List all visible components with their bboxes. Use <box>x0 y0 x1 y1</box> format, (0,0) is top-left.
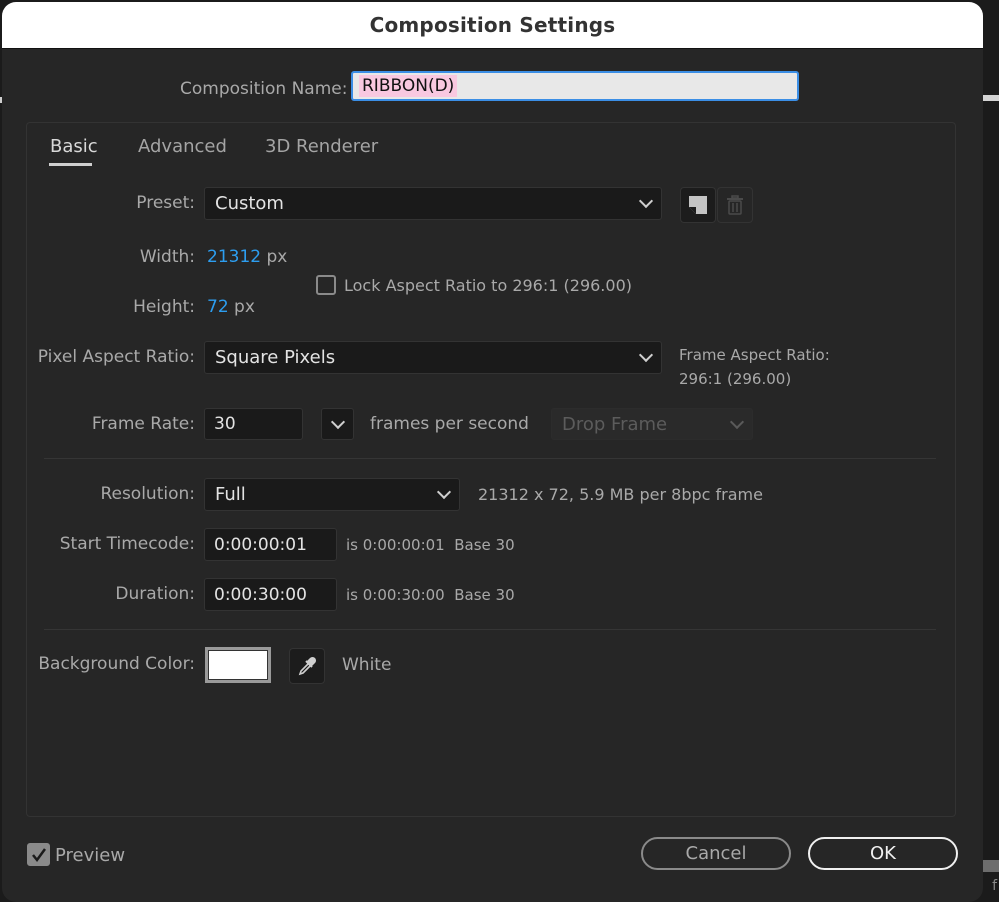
pixel-aspect-label: Pixel Aspect Ratio: <box>37 347 195 367</box>
start-timecode-info: is 0:00:00:01 Base 30 <box>346 536 515 554</box>
preview-label: Preview <box>55 845 126 866</box>
save-preset-button[interactable] <box>680 187 716 223</box>
pixel-aspect-dropdown[interactable]: Square Pixels <box>204 341 662 374</box>
chevron-down-icon <box>330 414 345 429</box>
frame-rate-input[interactable]: 30 <box>204 408 303 440</box>
preset-label: Preset: <box>136 193 195 213</box>
dialog-title: Composition Settings <box>369 13 616 37</box>
resolution-info: 21312 x 72, 5.9 MB per 8bpc frame <box>478 485 763 504</box>
background-window-edge <box>983 860 999 872</box>
divider <box>44 629 936 630</box>
background-color-swatch[interactable] <box>205 647 271 683</box>
background-color-name: White <box>342 655 392 675</box>
delete-preset-button[interactable] <box>717 187 753 223</box>
duration-info: is 0:00:30:00 Base 30 <box>346 586 515 604</box>
frame-aspect-value: 296:1 (296.00) <box>679 370 792 388</box>
checkmark-icon <box>31 847 46 862</box>
composition-name-value: RIBBON(D) <box>359 75 458 97</box>
preview-checkbox[interactable] <box>27 843 50 866</box>
start-timecode-label: Start Timecode: <box>59 534 195 554</box>
start-timecode-input[interactable]: 0:00:00:01 <box>204 528 337 561</box>
resolution-dropdown[interactable]: Full <box>204 478 460 511</box>
duration-label: Duration: <box>115 584 195 604</box>
width-label: Width: <box>139 247 195 267</box>
frame-aspect-label: Frame Aspect Ratio: <box>679 346 830 364</box>
frame-rate-unit: frames per second <box>370 414 529 434</box>
frame-rate-dropdown[interactable] <box>321 408 354 440</box>
ok-button[interactable]: OK <box>808 837 958 870</box>
resolution-label: Resolution: <box>100 484 195 504</box>
composition-name-label: Composition Name: <box>180 79 348 99</box>
height-value[interactable]: 72 <box>207 297 229 317</box>
cancel-button[interactable]: Cancel <box>641 837 791 870</box>
eyedropper-button[interactable] <box>289 648 325 684</box>
frame-rate-value: 30 <box>214 414 236 434</box>
title-bar[interactable]: Composition Settings <box>2 2 983 49</box>
chevron-down-icon <box>638 193 654 209</box>
trash-icon <box>727 195 743 215</box>
background-text: f <box>992 878 997 894</box>
resolution-value: Full <box>215 484 246 505</box>
save-preset-icon <box>689 196 707 214</box>
chevron-down-icon <box>729 414 745 429</box>
drop-frame-dropdown[interactable]: Drop Frame <box>551 408 753 440</box>
duration-value: 0:00:30:00 <box>214 584 307 605</box>
width-unit: px <box>266 247 288 267</box>
width-value[interactable]: 21312 <box>207 247 261 267</box>
divider <box>44 458 936 459</box>
preset-value: Custom <box>215 193 284 214</box>
chevron-down-icon <box>436 484 452 500</box>
eyedropper-icon <box>298 656 317 676</box>
background-window-edge <box>983 95 999 101</box>
chevron-down-icon <box>638 347 654 363</box>
tab-advanced[interactable]: Advanced <box>138 136 227 157</box>
preset-dropdown[interactable]: Custom <box>204 187 662 220</box>
start-timecode-value: 0:00:00:01 <box>214 534 307 555</box>
height-label: Height: <box>133 297 195 317</box>
tab-basic[interactable]: Basic <box>50 136 98 157</box>
pixel-aspect-value: Square Pixels <box>215 347 336 368</box>
drop-frame-value: Drop Frame <box>562 413 668 435</box>
settings-panel <box>26 122 956 817</box>
frame-rate-label: Frame Rate: <box>91 414 195 434</box>
duration-input[interactable]: 0:00:30:00 <box>204 578 337 611</box>
active-tab-indicator <box>49 163 92 166</box>
lock-aspect-checkbox[interactable] <box>316 275 336 295</box>
height-unit: px <box>234 297 255 317</box>
tab-3d-renderer[interactable]: 3D Renderer <box>265 136 378 157</box>
lock-aspect-label: Lock Aspect Ratio to 296:1 (296.00) <box>344 276 632 295</box>
background-color-label: Background Color: <box>38 654 195 674</box>
composition-name-input[interactable]: RIBBON(D) <box>351 71 799 101</box>
